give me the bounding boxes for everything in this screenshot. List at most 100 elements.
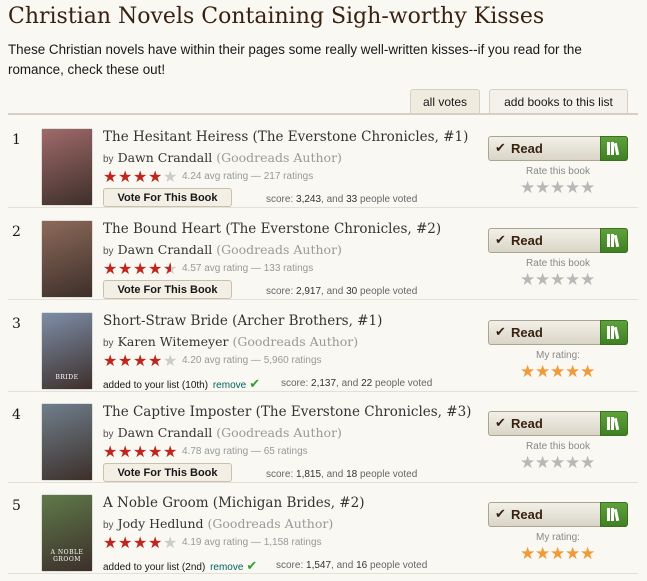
rate-star-icon[interactable]: ★ [550, 455, 565, 472]
book-cover[interactable] [42, 221, 92, 297]
avg-rating-stars: ★★★★★ [103, 533, 178, 552]
mini-rating: 4.78 avg rating — 65 ratings [182, 446, 308, 457]
remove-link[interactable]: remove [210, 562, 243, 573]
voter-count[interactable]: 18 [346, 469, 357, 480]
user-rating-stars[interactable]: ★★★★★ [520, 453, 600, 472]
shelf-menu-button[interactable] [600, 136, 628, 161]
rate-star-icon[interactable]: ★ [565, 455, 580, 472]
book-title[interactable]: A Noble Groom (Michigan Brides, #2) [103, 495, 364, 511]
score-value[interactable]: 3,243 [296, 194, 321, 205]
rate-star-icon[interactable]: ★ [580, 546, 595, 563]
rate-star-icon[interactable]: ★ [580, 272, 595, 289]
book-title[interactable]: The Bound Heart (The Everstone Chronicle… [103, 221, 441, 237]
rate-star-icon[interactable]: ★ [535, 364, 550, 381]
voter-count[interactable]: 16 [356, 560, 367, 571]
people-voted-label: people voted [357, 194, 418, 205]
checkmark-icon: ✔ [495, 141, 506, 156]
author-name[interactable]: Dawn Crandall [118, 425, 213, 440]
score-value[interactable]: 2,917 [296, 286, 321, 297]
rate-star-icon[interactable]: ★ [520, 455, 535, 472]
added-text: added to your list (2nd) [103, 562, 206, 573]
rate-star-icon[interactable]: ★ [535, 272, 550, 289]
user-rating-stars[interactable]: ★★★★★ [520, 270, 600, 289]
read-button-label: Read [511, 233, 543, 248]
avg-rating-stars: ★★★★★ [103, 442, 178, 461]
book-title[interactable]: The Captive Imposter (The Everstone Chro… [103, 404, 471, 420]
book-byline: by Karen Witemeyer (Goodreads Author) [103, 334, 358, 349]
score-label: score: [276, 560, 307, 571]
author-name[interactable]: Karen Witemeyer [118, 334, 229, 349]
rate-star-icon[interactable]: ★ [580, 455, 595, 472]
score-line: score: 3,243, and 33 people voted [266, 194, 417, 205]
rate-star-icon[interactable]: ★ [565, 180, 580, 197]
rate-star-icon[interactable]: ★ [565, 546, 580, 563]
book-rank: 1 [12, 132, 21, 148]
rate-star-icon[interactable]: ★ [580, 180, 595, 197]
bookshelf-icon [607, 417, 620, 431]
rating-line: ★★★★★ 4.24 avg rating — 217 ratings [103, 166, 313, 185]
read-button[interactable]: ✔ Read [488, 228, 628, 253]
mini-rating: 4.20 avg rating — 5,960 ratings [182, 355, 322, 366]
read-button[interactable]: ✔ Read [488, 411, 628, 436]
voter-count[interactable]: 33 [346, 194, 357, 205]
shelf-menu-button[interactable] [600, 228, 628, 253]
read-button[interactable]: ✔ Read [488, 502, 628, 527]
rate-star-icon[interactable]: ★ [580, 364, 595, 381]
score-line: score: 2,137, and 22 people voted [281, 378, 432, 389]
rate-star-icon[interactable]: ★ [565, 364, 580, 381]
score-label: score: [266, 286, 297, 297]
shelf-menu-button[interactable] [600, 502, 628, 527]
tab-all-votes[interactable]: all votes [410, 89, 480, 113]
goodreads-author-note: (Goodreads Author) [207, 516, 334, 531]
rate-star-icon[interactable]: ★ [520, 364, 535, 381]
book-cover[interactable]: BRIDE [42, 313, 92, 389]
user-rating-stars[interactable]: ★★★★★ [520, 544, 600, 563]
rate-star-icon[interactable]: ★ [535, 455, 550, 472]
book-title[interactable]: The Hesitant Heiress (The Everstone Chro… [103, 129, 468, 145]
book-cover[interactable] [42, 129, 92, 205]
avg-rating-stars: ★★★★★ [103, 351, 178, 370]
book-byline: by Dawn Crandall (Goodreads Author) [103, 242, 342, 257]
rate-star-icon[interactable]: ★ [535, 180, 550, 197]
by-label: by [103, 154, 114, 165]
score-value[interactable]: 1,547 [306, 560, 331, 571]
score-value[interactable]: 2,137 [311, 378, 336, 389]
user-rating-stars[interactable]: ★★★★★ [520, 178, 600, 197]
shelf-menu-button[interactable] [600, 411, 628, 436]
book-cover[interactable]: A NOBLE GROOM [42, 495, 92, 571]
read-button[interactable]: ✔ Read [488, 320, 628, 345]
avg-rating-stars: ★★★★★ [103, 167, 178, 186]
star-full-icon: ★ [133, 259, 148, 278]
mini-rating: 4.19 avg rating — 1,158 ratings [182, 537, 322, 548]
book-title[interactable]: Short-Straw Bride (Archer Brothers, #1) [103, 313, 382, 329]
vote-button[interactable]: Vote For This Book [103, 463, 232, 482]
user-rating-stars[interactable]: ★★★★★ [520, 362, 600, 381]
rate-star-icon[interactable]: ★ [520, 180, 535, 197]
score-value[interactable]: 1,815 [296, 469, 321, 480]
rate-star-icon[interactable]: ★ [550, 364, 565, 381]
book-rank: 5 [12, 498, 21, 514]
rate-star-icon[interactable]: ★ [520, 272, 535, 289]
vote-button[interactable]: Vote For This Book [103, 280, 232, 299]
rate-star-icon[interactable]: ★ [535, 546, 550, 563]
star-full-icon: ★ [133, 533, 148, 552]
read-button[interactable]: ✔ Read [488, 136, 628, 161]
author-name[interactable]: Jody Hedlund [118, 516, 204, 531]
voter-count[interactable]: 22 [361, 378, 372, 389]
read-button-label: Read [511, 416, 543, 431]
vote-button[interactable]: Vote For This Book [103, 188, 232, 207]
author-name[interactable]: Dawn Crandall [118, 242, 213, 257]
shelf-menu-button[interactable] [600, 320, 628, 345]
voter-count[interactable]: 30 [346, 286, 357, 297]
book-cover[interactable] [42, 404, 92, 480]
rate-star-icon[interactable]: ★ [550, 180, 565, 197]
rate-star-icon[interactable]: ★ [550, 546, 565, 563]
rate-star-icon[interactable]: ★ [520, 546, 535, 563]
tab-add-books[interactable]: add books to this list [489, 89, 628, 113]
and-label: , and [336, 378, 362, 389]
rate-star-icon[interactable]: ★ [565, 272, 580, 289]
rating-line: ★★★★★ ★ 4.57 avg rating — 133 ratings [103, 258, 313, 277]
rate-star-icon[interactable]: ★ [550, 272, 565, 289]
avg-rating-stars: ★★★★★ ★ [103, 259, 178, 278]
author-name[interactable]: Dawn Crandall [118, 150, 213, 165]
